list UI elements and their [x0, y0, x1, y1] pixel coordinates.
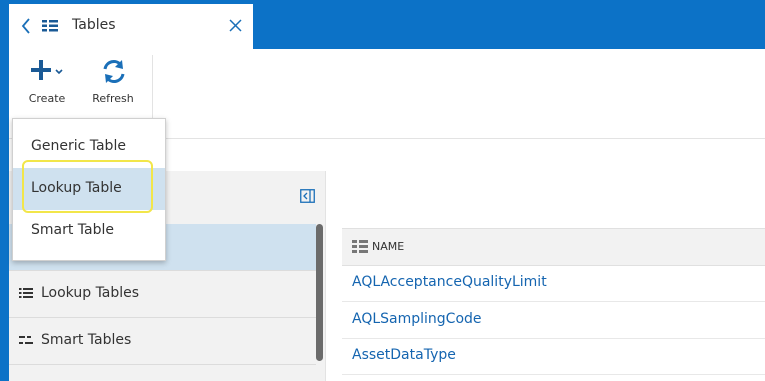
table-row[interactable]: AQLAcceptanceQualityLimit [342, 265, 765, 302]
sidebar-item-label: Lookup Tables [41, 285, 140, 301]
menu-item-smart-table[interactable]: Smart Table [13, 210, 165, 252]
smart-list-icon [19, 336, 33, 344]
sidebar-item-label: Smart Tables [41, 332, 132, 348]
grid-list-icon [42, 20, 58, 32]
table-cell-link[interactable]: AQLSamplingCode [352, 311, 482, 327]
table-row[interactable]: AQLSamplingCode [342, 302, 765, 339]
tables-grid: NAME AQLAcceptanceQualityLimit AQLSampli… [325, 171, 765, 381]
sidebar-item-smart-tables[interactable]: Smart Tables [9, 318, 316, 365]
refresh-button[interactable]: Refresh [83, 57, 143, 117]
menu-item-label: Smart Table [31, 222, 115, 238]
table-row[interactable]: AssetDataType [342, 338, 765, 375]
create-button[interactable]: Create [17, 57, 77, 117]
sidebar-scrollbar[interactable] [316, 224, 323, 361]
focus-highlight [22, 160, 153, 213]
refresh-label: Refresh [92, 92, 134, 105]
create-label: Create [28, 92, 66, 105]
refresh-icon [103, 60, 125, 83]
table-cell-link[interactable]: AssetDataType [352, 347, 456, 363]
panel-header: Tables [9, 4, 253, 49]
grid-list-icon [352, 240, 368, 253]
panel-title: Tables [72, 17, 116, 33]
sidebar-item-lookup-tables[interactable]: Lookup Tables [9, 271, 316, 318]
table-header-name[interactable]: NAME [342, 228, 765, 266]
close-icon[interactable] [229, 19, 242, 32]
collapse-panel-icon[interactable] [300, 189, 315, 203]
chevron-left-icon[interactable] [20, 17, 32, 35]
left-accent-strip [0, 0, 9, 381]
column-header-label: NAME [372, 240, 405, 253]
plus-icon [31, 60, 63, 80]
list-icon [19, 288, 33, 298]
menu-item-label: Generic Table [31, 138, 126, 154]
table-cell-link[interactable]: AQLAcceptanceQualityLimit [352, 274, 547, 290]
